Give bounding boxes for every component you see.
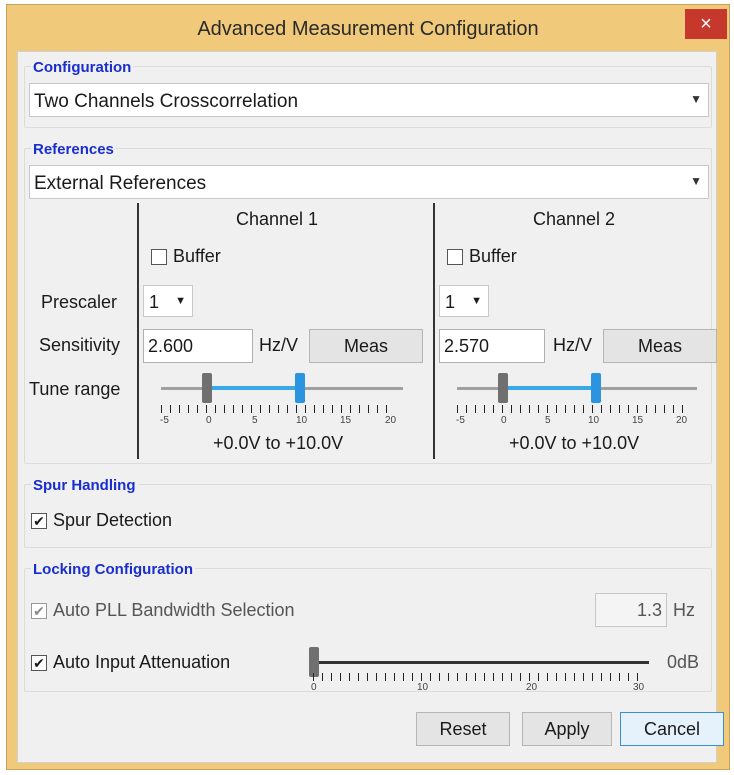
channel-1-scale-label: -5	[160, 415, 169, 426]
channel-1-tune-fill	[207, 386, 301, 390]
channel-1-scale-label: 15	[340, 415, 352, 426]
references-select[interactable]: External References ▼	[29, 165, 709, 199]
auto-input-attenuation-checkbox[interactable]: ✔	[31, 655, 47, 671]
channel-1-scale-label: 10	[296, 415, 308, 426]
channel-2-buffer-checkbox[interactable]	[447, 249, 463, 265]
attenuation-track	[313, 661, 649, 664]
channel-1-buffer-checkbox[interactable]	[151, 249, 167, 265]
channel-2-meas-button[interactable]: Meas	[603, 329, 717, 363]
channel-2-unit-label: Hz/V	[553, 335, 593, 355]
channel-2-scale-label: -5	[456, 415, 465, 426]
configuration-group-title: Configuration	[31, 59, 134, 76]
channel-2-sensitivity-input[interactable]: 2.570	[439, 329, 545, 363]
channel-2-prescaler-value: 1	[445, 292, 456, 312]
locking-group-title: Locking Configuration	[31, 561, 195, 578]
attenuation-readout: 0dB	[667, 652, 700, 672]
title-bar[interactable]: Advanced Measurement Configuration ×	[7, 5, 729, 51]
chevron-down-icon: ▼	[471, 295, 482, 307]
close-button[interactable]: ×	[685, 9, 727, 39]
channel-divider-left	[137, 203, 139, 459]
channel-2-tune-ticks	[457, 405, 689, 413]
auto-input-attenuation-label: Auto Input Attenuation	[53, 652, 231, 672]
channel-2-buffer-label: Buffer	[469, 246, 517, 266]
channel-1-tune-min-handle[interactable]	[202, 373, 213, 403]
pll-bandwidth-input[interactable]: 1.3	[595, 593, 667, 627]
auto-pll-bandwidth-checkbox[interactable]: ✔	[31, 603, 47, 619]
dialog-window: Advanced Measurement Configuration × Con…	[6, 4, 730, 770]
channel-2-tune-min-handle[interactable]	[498, 373, 509, 403]
spur-handling-group-title: Spur Handling	[31, 477, 138, 494]
attenuation-scale-label: 30	[633, 682, 645, 693]
channel-2-tune-max-handle[interactable]	[591, 373, 602, 403]
channel-1-unit-label: Hz/V	[259, 335, 299, 355]
attenuation-scale-label: 20	[526, 682, 538, 693]
cancel-button[interactable]: Cancel	[620, 712, 724, 746]
sensitivity-label: Sensitivity	[39, 335, 121, 355]
apply-button[interactable]: Apply	[522, 712, 612, 746]
reset-button[interactable]: Reset	[416, 712, 510, 746]
channel-1-tune-max-handle[interactable]	[295, 373, 306, 403]
channel-2-title: Channel 2	[533, 209, 616, 229]
channel-2-scale-label: 5	[545, 415, 551, 426]
channel-1-prescaler-select[interactable]: 1 ▼	[143, 285, 193, 317]
prescaler-label: Prescaler	[41, 292, 118, 312]
channel-2-scale-label: 0	[501, 415, 507, 426]
channel-1-prescaler-value: 1	[149, 292, 160, 312]
chevron-down-icon: ▼	[175, 295, 186, 307]
dialog-client-area: Configuration Two Channels Crosscorrelat…	[17, 51, 724, 763]
configuration-select-value: Two Channels Crosscorrelation	[34, 91, 299, 112]
tune-range-label: Tune range	[29, 379, 121, 399]
channel-2-prescaler-select[interactable]: 1 ▼	[439, 285, 489, 317]
channel-2-scale-label: 10	[588, 415, 600, 426]
references-group: References External References ▼ Prescal…	[24, 141, 717, 464]
channel-1-scale-label: 5	[252, 415, 258, 426]
channel-1-sensitivity-input[interactable]: 2.600	[143, 329, 253, 363]
window-title: Advanced Measurement Configuration	[197, 18, 539, 40]
attenuation-ticks	[313, 673, 643, 681]
configuration-select[interactable]: Two Channels Crosscorrelation ▼	[29, 83, 709, 117]
attenuation-scale-label: 10	[417, 682, 429, 693]
channel-1-title: Channel 1	[236, 209, 319, 229]
chevron-down-icon: ▼	[690, 92, 702, 106]
channel-1-scale-label: 0	[206, 415, 212, 426]
pll-bandwidth-unit: Hz	[673, 600, 695, 620]
attenuation-scale-label: 0	[311, 682, 317, 693]
channel-2-scale-label: 20	[676, 415, 688, 426]
channel-1-buffer-label: Buffer	[173, 246, 221, 266]
channel-2-range-text: +0.0V to +10.0V	[509, 433, 640, 453]
channel-1-range-text: +0.0V to +10.0V	[213, 433, 344, 453]
channel-1-scale-label: 20	[385, 415, 397, 426]
references-select-value: External References	[34, 173, 207, 194]
channel-divider-right	[433, 203, 435, 459]
spur-detection-label: Spur Detection	[53, 510, 173, 530]
references-group-title: References	[31, 141, 116, 158]
channel-1-tune-ticks	[161, 405, 393, 413]
locking-configuration-group: Locking Configuration ✔ Auto PLL Bandwid…	[24, 561, 712, 693]
auto-pll-bandwidth-label: Auto PLL Bandwidth Selection	[53, 600, 295, 620]
configuration-group: Configuration Two Channels Crosscorrelat…	[24, 59, 712, 128]
channel-2-tune-fill	[503, 386, 597, 390]
channel-1-meas-button[interactable]: Meas	[309, 329, 423, 363]
spur-handling-group: Spur Handling ✔ Spur Detection	[24, 477, 712, 548]
channel-2-scale-label: 15	[632, 415, 644, 426]
spur-detection-checkbox[interactable]: ✔	[31, 513, 47, 529]
chevron-down-icon: ▼	[690, 174, 702, 188]
